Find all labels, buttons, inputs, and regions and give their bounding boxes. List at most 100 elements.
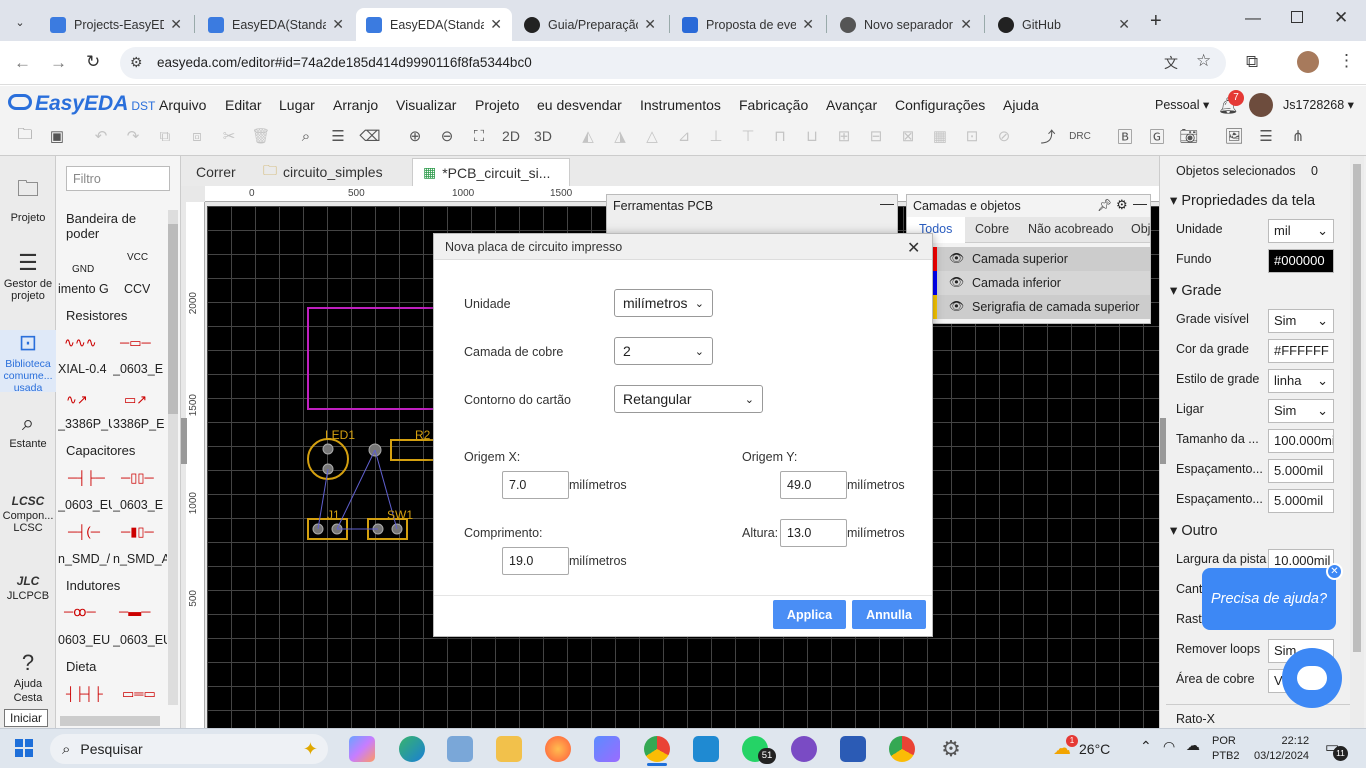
- view-2d-button[interactable]: 2D: [499, 124, 523, 148]
- browser-tab-2[interactable]: EasyEDA(Standa ✕: [198, 8, 354, 41]
- nav-estante[interactable]: ⌕ Estante: [0, 410, 56, 450]
- help-bubble[interactable]: Precisa de ajuda?: [1202, 568, 1336, 630]
- menu-projeto[interactable]: Projeto: [475, 97, 519, 113]
- gear-icon[interactable]: ⚙: [1116, 197, 1128, 213]
- dialog-close-icon[interactable]: ✕: [907, 238, 920, 258]
- close-icon[interactable]: ✕: [332, 16, 344, 33]
- profile-avatar[interactable]: [1297, 51, 1319, 73]
- edge-app-icon[interactable]: [399, 736, 425, 762]
- flip-h-icon[interactable]: ◭: [576, 124, 600, 148]
- capacitor-box-icon[interactable]: ─▯▯─: [121, 470, 154, 486]
- length-input[interactable]: 19.0: [502, 547, 569, 575]
- distribute-h-icon[interactable]: ⊟: [864, 124, 888, 148]
- gerber-icon[interactable]: 🄶: [1145, 124, 1169, 148]
- layers-panel[interactable]: Camadas e objetos 📌︎ ⚙ — Todos Cobre Não…: [906, 194, 1151, 324]
- cut-icon[interactable]: ✂: [217, 124, 241, 148]
- explorer-app-icon[interactable]: [496, 736, 522, 762]
- distribute-v-icon[interactable]: ⊠: [896, 124, 920, 148]
- restore-button[interactable]: [1291, 11, 1303, 23]
- user-avatar[interactable]: [1249, 93, 1273, 117]
- grid-size-input[interactable]: 100.000mi: [1268, 429, 1334, 453]
- menu-editar[interactable]: Editar: [225, 97, 262, 113]
- pcb-tools-panel[interactable]: Ferramentas PCB —: [606, 194, 898, 234]
- unit-select[interactable]: mil ⌄: [1268, 219, 1334, 243]
- inductor-box-icon[interactable]: ─▬─: [119, 604, 150, 619]
- save-icon[interactable]: ▣: [45, 124, 69, 148]
- browser-tab-1[interactable]: Projects-EasyEDA ✕: [40, 8, 192, 41]
- new-tab-button[interactable]: +: [1150, 10, 1162, 33]
- potentiometer-icon[interactable]: ∿↗: [66, 392, 88, 408]
- browser-tab-6[interactable]: Novo separador ✕: [830, 8, 982, 41]
- account-mode-select[interactable]: Pessoal ▾: [1155, 97, 1209, 112]
- nav-lcsc[interactable]: LCSC Compon... LCSC: [0, 494, 56, 534]
- spacing-input-1[interactable]: 5.000mil: [1268, 459, 1334, 483]
- close-icon[interactable]: ✕: [170, 16, 182, 33]
- diode-array-icon[interactable]: ┤├┤├: [66, 686, 103, 701]
- flip-v-icon[interactable]: ◮: [608, 124, 632, 148]
- library-hscrollbar[interactable]: [60, 716, 160, 726]
- close-icon[interactable]: ✕: [644, 16, 656, 33]
- windows-start-icon[interactable]: [15, 739, 33, 757]
- lib-item-c4[interactable]: n_SMD_A: [113, 552, 167, 566]
- grid-align-icon[interactable]: ▦: [928, 124, 952, 148]
- gnd-symbol[interactable]: GND: [72, 264, 94, 275]
- nav-biblioteca[interactable]: ⊡ Biblioteca comume... usada: [0, 330, 56, 394]
- eraser-icon[interactable]: ⌫: [358, 124, 382, 148]
- copper-layers-select[interactable]: 2 ⌄: [614, 337, 713, 365]
- route-icon[interactable]: ⤴: [1036, 124, 1060, 148]
- nav-projeto[interactable]: 🗀 Projeto: [0, 172, 56, 224]
- vscode-app-icon[interactable]: [693, 736, 719, 762]
- grid-color-input[interactable]: #FFFFFF: [1268, 339, 1334, 363]
- eye-icon[interactable]: 👁︎: [949, 275, 964, 289]
- origin-x-input[interactable]: 7.0: [502, 471, 569, 499]
- nav-jlcpcb[interactable]: JLC JLCPCB: [0, 574, 56, 602]
- zoom-out-icon[interactable]: ⊖: [435, 124, 459, 148]
- url-text[interactable]: easyeda.com/editor#id=74a2de185d414d9990…: [157, 55, 532, 70]
- image-icon[interactable]: 🖼︎: [1222, 124, 1246, 148]
- chrome-app-icon[interactable]: [644, 736, 670, 762]
- lib-item-gnd[interactable]: imento G: [58, 282, 112, 296]
- section-capacitores[interactable]: Capacitores: [66, 443, 135, 458]
- browser-tab-active[interactable]: EasyEDA(Standa ✕: [356, 8, 512, 41]
- library-scrollbar[interactable]: [168, 210, 178, 705]
- close-window-button[interactable]: ✕: [1334, 8, 1348, 28]
- close-icon[interactable]: ✕: [960, 16, 972, 33]
- menu-lugar[interactable]: Lugar: [279, 97, 315, 113]
- close-icon[interactable]: ✕: [1118, 16, 1130, 33]
- capacitor-icon[interactable]: ─┤├─: [68, 470, 105, 485]
- grid-style-select[interactable]: linha ⌄: [1268, 369, 1334, 393]
- paste-icon[interactable]: ⧈: [185, 124, 209, 148]
- align-left-icon[interactable]: ⊿: [672, 124, 696, 148]
- properties-scrollbar[interactable]: [1350, 156, 1364, 728]
- lib-item-c2[interactable]: _0603_E: [113, 498, 167, 512]
- left-panel-collapse-handle[interactable]: [181, 418, 187, 464]
- minimize-button[interactable]: —: [1245, 10, 1261, 28]
- menu-arquivo[interactable]: Arquivo: [159, 97, 206, 113]
- browser-tab-4[interactable]: Guia/Preparação ✕: [514, 8, 666, 41]
- browser-tab-5[interactable]: Proposta de eve ✕: [672, 8, 824, 41]
- lib-item-c1[interactable]: _0603_EU: [58, 498, 112, 512]
- layers-icon[interactable]: ☰: [1254, 124, 1278, 148]
- board-outline-select[interactable]: Retangular ⌄: [614, 385, 763, 413]
- omnibox[interactable]: ⚙ easyeda.com/editor#id=74a2de185d414d99…: [120, 47, 1226, 79]
- cancel-button[interactable]: Annulla: [852, 600, 926, 629]
- weather-widget[interactable]: ☁ 26°C: [1053, 738, 1110, 759]
- close-icon[interactable]: ✕: [490, 16, 502, 33]
- cloud-sync-icon[interactable]: ☁: [1186, 737, 1200, 754]
- spacing-input-2[interactable]: 5.000mil: [1268, 489, 1334, 513]
- right-panel-collapse-handle[interactable]: [1160, 418, 1166, 464]
- library-filter-input[interactable]: Filtro: [66, 166, 170, 191]
- doc-tab-run[interactable]: Correr: [186, 158, 246, 186]
- copilot2-app-icon[interactable]: [594, 736, 620, 762]
- minimize-icon[interactable]: —: [1133, 195, 1147, 211]
- firefox-app-icon[interactable]: [545, 736, 571, 762]
- snap-select[interactable]: Sim ⌄: [1268, 399, 1334, 423]
- section-canvas-props[interactable]: ▾ Propriedades da tela: [1170, 193, 1315, 209]
- nav-ajuda[interactable]: ? Ajuda: [0, 650, 56, 690]
- lib-item-r4[interactable]: 3386P_E: [113, 417, 167, 431]
- background-color-input[interactable]: #000000: [1268, 249, 1334, 273]
- doc-tab-pcb[interactable]: ▦ *PCB_circuit_si...: [412, 158, 570, 186]
- resistor-box-icon[interactable]: ─▭─: [120, 335, 151, 351]
- wifi-icon[interactable]: ◠: [1163, 738, 1175, 755]
- find-list-icon[interactable]: ☰: [326, 124, 350, 148]
